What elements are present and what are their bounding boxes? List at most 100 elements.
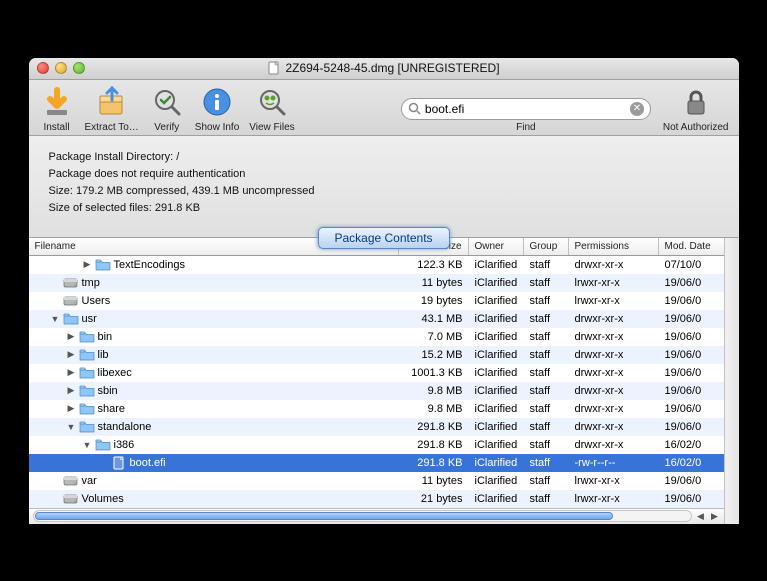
file-name: libexec [98, 367, 132, 379]
cell-owner: iClarified [469, 493, 524, 505]
folder-icon [79, 420, 95, 434]
cell-size: 7.0 MB [399, 331, 469, 343]
cell-group: staff [524, 421, 569, 433]
zoom-button[interactable] [73, 62, 85, 74]
table-row[interactable]: ▶share9.8 MBiClarifiedstaffdrwxr-xr-x19/… [29, 400, 724, 418]
table-row[interactable]: boot.efi291.8 KBiClarifiedstaff-rw-r--r-… [29, 454, 724, 472]
verify-button[interactable]: Verify [149, 84, 185, 133]
disclosure-triangle[interactable]: ▼ [67, 422, 76, 432]
scroll-thumb[interactable] [35, 512, 613, 520]
col-permissions[interactable]: Permissions [569, 238, 659, 255]
showinfo-label: Show Info [195, 122, 239, 133]
close-button[interactable] [37, 62, 49, 74]
vertical-scrollbar[interactable] [724, 238, 739, 524]
cell-group: staff [524, 385, 569, 397]
cell-date: 16/02/0 [659, 439, 724, 451]
extract-button[interactable]: Extract To… [85, 84, 139, 133]
search-input[interactable] [425, 102, 626, 116]
table-row[interactable]: ▶TextEncodings122.3 KBiClarifiedstaffdrw… [29, 256, 724, 274]
package-info: Package Install Directory: / Package doe… [29, 136, 739, 238]
drive-icon [63, 474, 79, 488]
cell-group: staff [524, 277, 569, 289]
cell-size: 291.8 KB [399, 439, 469, 451]
cell-date: 19/06/0 [659, 313, 724, 325]
folder-icon [79, 384, 95, 398]
table-row[interactable]: ▶bin7.0 MBiClarifiedstaffdrwxr-xr-x19/06… [29, 328, 724, 346]
table-row[interactable]: ▼i386291.8 KBiClarifiedstaffdrwxr-xr-x16… [29, 436, 724, 454]
table-row[interactable]: ▼usr43.1 MBiClarifiedstaffdrwxr-xr-x19/0… [29, 310, 724, 328]
file-list: Filename Size Owner Group Permissions Mo… [29, 238, 724, 508]
cell-group: staff [524, 403, 569, 415]
scroll-right-button[interactable]: ▶ [708, 509, 722, 523]
cell-size: 19 bytes [399, 295, 469, 307]
cell-group: staff [524, 313, 569, 325]
col-moddate[interactable]: Mod. Date [659, 238, 724, 255]
minimize-button[interactable] [55, 62, 67, 74]
clear-search-button[interactable]: ✕ [630, 102, 644, 116]
cell-date: 19/06/0 [659, 421, 724, 433]
disclosure-triangle[interactable]: ▶ [83, 259, 92, 270]
horizontal-scrollbar[interactable]: ◀ ▶ [29, 508, 724, 524]
verify-label: Verify [154, 122, 179, 133]
cell-date: 19/06/0 [659, 277, 724, 289]
cell-size: 9.8 MB [399, 403, 469, 415]
extract-label: Extract To… [85, 122, 139, 133]
cell-perm: drwxr-xr-x [569, 313, 659, 325]
cell-owner: iClarified [469, 331, 524, 343]
table-row[interactable]: ▶sbin9.8 MBiClarifiedstaffdrwxr-xr-x19/0… [29, 382, 724, 400]
viewfiles-label: View Files [249, 122, 294, 133]
cell-size: 21 bytes [399, 493, 469, 505]
cell-owner: iClarified [469, 259, 524, 271]
cell-date: 07/10/0 [659, 259, 724, 271]
table-row[interactable]: ▶libexec1001.3 KBiClarifiedstaffdrwxr-xr… [29, 364, 724, 382]
cell-date: 19/06/0 [659, 295, 724, 307]
auth-indicator[interactable]: Not Authorized [663, 84, 729, 133]
cell-group: staff [524, 349, 569, 361]
folder-icon [79, 348, 95, 362]
table-row[interactable]: Users19 bytesiClarifiedstafflrwxr-xr-x19… [29, 292, 724, 310]
install-button[interactable]: Install [39, 84, 75, 133]
col-group[interactable]: Group [524, 238, 569, 255]
table-row[interactable]: Volumes21 bytesiClarifiedstafflrwxr-xr-x… [29, 490, 724, 508]
table-row[interactable]: var11 bytesiClarifiedstafflrwxr-xr-x19/0… [29, 472, 724, 490]
disclosure-triangle[interactable]: ▶ [67, 367, 76, 378]
table-row[interactable]: tmp11 bytesiClarifiedstafflrwxr-xr-x19/0… [29, 274, 724, 292]
disclosure-triangle[interactable]: ▶ [67, 331, 76, 342]
cell-date: 19/06/0 [659, 349, 724, 361]
app-window: 2Z694-5248-45.dmg [UNREGISTERED] Install… [29, 58, 739, 524]
cell-owner: iClarified [469, 349, 524, 361]
package-contents-tab[interactable]: Package Contents [317, 227, 449, 249]
table-row[interactable]: ▶lib15.2 MBiClarifiedstaffdrwxr-xr-x19/0… [29, 346, 724, 364]
file-name: TextEncodings [114, 259, 186, 271]
file-icon [111, 456, 127, 470]
info-install-dir: Package Install Directory: / [49, 151, 719, 163]
file-name: tmp [82, 277, 100, 289]
cell-owner: iClarified [469, 277, 524, 289]
install-label: Install [43, 122, 69, 133]
cell-group: staff [524, 295, 569, 307]
viewfiles-button[interactable]: View Files [249, 84, 294, 133]
disclosure-triangle[interactable]: ▶ [67, 403, 76, 414]
scroll-left-button[interactable]: ◀ [694, 509, 708, 523]
disclosure-triangle[interactable]: ▼ [83, 440, 92, 450]
info-size: Size: 179.2 MB compressed, 439.1 MB unco… [49, 185, 719, 197]
search-field[interactable]: ✕ [401, 98, 651, 120]
scroll-track[interactable] [33, 510, 692, 522]
cell-date: 19/06/0 [659, 385, 724, 397]
table-row[interactable]: ▼standalone291.8 KBiClarifiedstaffdrwxr-… [29, 418, 724, 436]
disclosure-triangle[interactable]: ▼ [51, 314, 60, 324]
col-owner[interactable]: Owner [469, 238, 524, 255]
disclosure-triangle[interactable]: ▶ [67, 349, 76, 360]
viewfiles-icon [254, 84, 290, 120]
disclosure-triangle[interactable]: ▶ [67, 385, 76, 396]
cell-group: staff [524, 331, 569, 343]
document-icon [267, 61, 281, 75]
showinfo-button[interactable]: Show Info [195, 84, 239, 133]
cell-size: 1001.3 KB [399, 367, 469, 379]
file-name: sbin [98, 385, 118, 397]
file-name: Users [82, 295, 111, 307]
drive-icon [63, 492, 79, 506]
cell-perm: lrwxr-xr-x [569, 295, 659, 307]
titlebar[interactable]: 2Z694-5248-45.dmg [UNREGISTERED] [29, 58, 739, 80]
file-name: var [82, 475, 97, 487]
